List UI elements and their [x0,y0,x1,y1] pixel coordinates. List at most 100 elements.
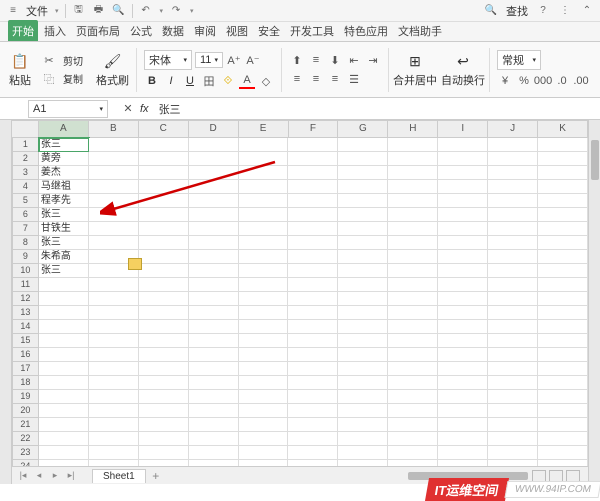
cell[interactable] [139,362,189,376]
tab-0[interactable]: 开始 [8,20,38,41]
row-header[interactable]: 18 [12,376,39,390]
cell[interactable] [189,180,239,194]
cell[interactable] [189,138,239,152]
cell[interactable] [438,334,488,348]
cell[interactable] [89,208,139,222]
cell[interactable] [239,376,289,390]
cell[interactable] [538,236,588,250]
cell[interactable] [89,432,139,446]
cell[interactable] [388,166,438,180]
row-header[interactable]: 19 [12,390,39,404]
align-right-icon[interactable]: ≡ [327,71,343,87]
cell[interactable] [288,180,338,194]
cell[interactable] [538,264,588,278]
cell[interactable] [139,432,189,446]
select-all-corner[interactable] [12,120,39,138]
align-center-icon[interactable]: ≡ [308,71,324,87]
cell[interactable] [89,180,139,194]
format-painter-button[interactable]: 🖌格式刷 [96,51,129,88]
row-header[interactable]: 3 [12,166,39,180]
cell[interactable] [139,264,189,278]
cell[interactable] [538,362,588,376]
paste-button[interactable]: 📋粘贴 [9,51,31,88]
tab-8[interactable]: 开发工具 [286,20,338,41]
decimal-dec-icon[interactable]: .00 [573,73,589,89]
cell[interactable] [388,208,438,222]
tab-2[interactable]: 页面布局 [72,20,124,41]
cell[interactable] [388,390,438,404]
cell[interactable] [288,194,338,208]
cell[interactable] [89,446,139,460]
cell[interactable] [538,292,588,306]
cell[interactable] [388,152,438,166]
cell[interactable] [89,138,139,152]
cell[interactable] [338,446,388,460]
col-header-H[interactable]: H [388,120,438,138]
menu-icon[interactable]: ≡ [6,4,20,18]
cell[interactable] [338,320,388,334]
col-header-F[interactable]: F [289,120,339,138]
cell[interactable] [438,166,488,180]
cell[interactable] [288,348,338,362]
font-color-icon[interactable]: A [239,73,255,89]
cell[interactable] [89,292,139,306]
copy-icon[interactable]: ⿻ [41,71,57,87]
cell[interactable] [338,348,388,362]
cell[interactable] [488,208,538,222]
cell[interactable] [438,222,488,236]
cell[interactable] [488,152,538,166]
vertical-scrollbar[interactable] [588,120,600,484]
cell[interactable] [388,306,438,320]
cell[interactable] [89,278,139,292]
cell[interactable] [388,222,438,236]
cell[interactable] [239,362,289,376]
row-header[interactable]: 9 [12,250,39,264]
grid-rows[interactable]: 1张三2黄旁3姜杰4马继祖5程孝先6张三7甘铁生8张三9朱希高10张三11121… [12,138,588,484]
col-header-D[interactable]: D [189,120,239,138]
cell[interactable] [239,264,289,278]
indent-left-icon[interactable]: ⇤ [346,52,362,68]
align-left-icon[interactable]: ≡ [289,71,305,87]
cell[interactable] [288,264,338,278]
cell[interactable] [438,348,488,362]
cell[interactable] [39,390,89,404]
font-size-selector[interactable]: 11▾ [195,52,223,68]
cell[interactable] [288,138,338,152]
cell[interactable] [239,390,289,404]
tab-9[interactable]: 特色应用 [340,20,392,41]
col-header-A[interactable]: A [39,120,89,138]
tab-7[interactable]: 安全 [254,20,284,41]
cell[interactable] [239,166,289,180]
cell[interactable] [288,334,338,348]
cell[interactable] [388,264,438,278]
row-header[interactable]: 10 [12,264,39,278]
cell[interactable]: 张三 [39,236,89,250]
cell[interactable] [288,236,338,250]
decrease-font-icon[interactable]: A⁻ [245,52,261,68]
bold-icon[interactable]: B [144,73,160,89]
cell[interactable] [139,320,189,334]
cell[interactable] [89,376,139,390]
cell[interactable] [438,404,488,418]
cell[interactable] [488,446,538,460]
increase-font-icon[interactable]: A⁺ [226,52,242,68]
row-header[interactable]: 23 [12,446,39,460]
cell[interactable] [239,404,289,418]
cell[interactable] [239,180,289,194]
cell[interactable] [239,446,289,460]
cell[interactable]: 张三 [39,138,89,152]
cell[interactable] [438,264,488,278]
find-label[interactable]: 查找 [506,3,528,19]
border-icon[interactable]: 田 [201,73,217,89]
cell[interactable] [139,152,189,166]
cell[interactable] [538,334,588,348]
cell[interactable] [338,222,388,236]
cell[interactable] [488,264,538,278]
save-icon[interactable]: 🖫 [72,4,86,18]
fx-icon[interactable]: fx [140,103,149,115]
cell[interactable] [39,306,89,320]
row-header[interactable]: 14 [12,320,39,334]
cell[interactable]: 张三 [39,264,89,278]
cell[interactable] [239,334,289,348]
file-menu[interactable]: 文件 [26,3,48,19]
